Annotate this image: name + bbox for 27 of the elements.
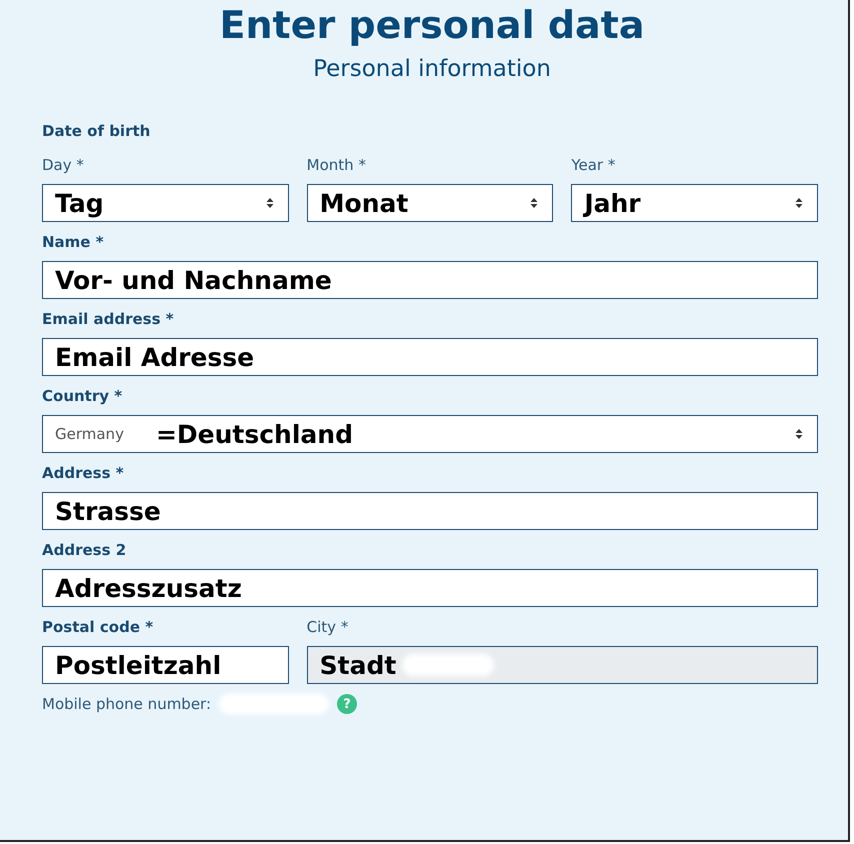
page-title: Enter personal data — [218, 2, 646, 48]
input-field[interactable]: Adresszusatz — [42, 569, 818, 607]
phone-label: Mobile phone number: — [42, 695, 212, 713]
sort-arrows-icon — [266, 197, 274, 209]
sort-arrows-icon — [795, 197, 803, 209]
field-label: Postal code * — [42, 618, 154, 636]
field-label: City * — [306, 618, 348, 636]
field-label: Year * — [571, 156, 616, 174]
input-field[interactable]: Postleitzahl — [42, 646, 289, 684]
field-label: Address * — [42, 464, 124, 482]
section-subtitle: Personal information — [312, 56, 552, 82]
field-label: Address 2 — [42, 541, 126, 559]
group-label: Date of birth — [42, 122, 152, 140]
select-field[interactable]: Jahr — [571, 184, 818, 222]
field-label: Name * — [42, 233, 104, 251]
input-field[interactable]: Email Adresse — [42, 338, 818, 376]
sort-arrows-icon — [530, 197, 538, 209]
input-field[interactable]: Vor- und Nachname — [42, 261, 818, 299]
input-field[interactable]: Strasse — [42, 492, 818, 530]
field-label: Month * — [306, 156, 366, 174]
select-field[interactable]: Germany =Deutschland — [42, 415, 818, 453]
field-label: Day * — [42, 156, 84, 174]
select-field[interactable]: Monat — [306, 184, 554, 222]
field-label: Country * — [42, 387, 122, 405]
sort-arrows-icon — [795, 428, 803, 440]
select-field[interactable]: Tag — [42, 184, 289, 222]
field-label: Email address * — [42, 310, 174, 328]
